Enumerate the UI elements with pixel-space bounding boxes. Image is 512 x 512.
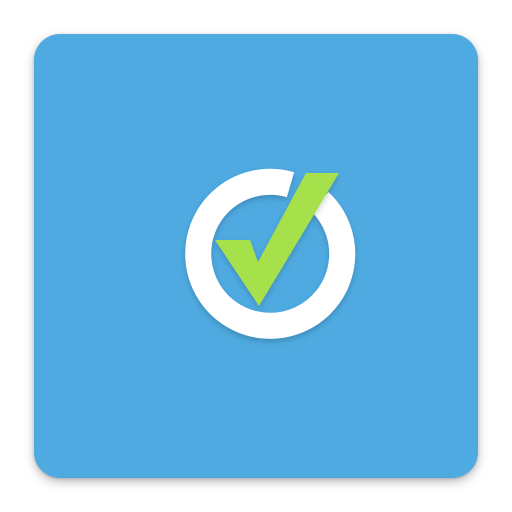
app-icon[interactable] [0, 0, 512, 512]
checkmark-circle-icon [185, 168, 356, 339]
